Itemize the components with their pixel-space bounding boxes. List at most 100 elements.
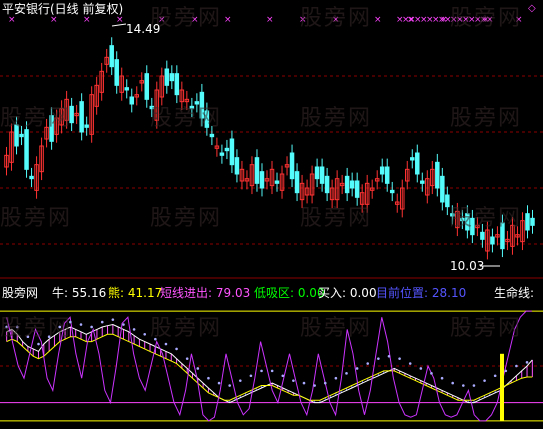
indicator-low-zone: 低吸区: 0.00 bbox=[254, 286, 325, 300]
candle-body bbox=[490, 236, 495, 245]
life-line-dot bbox=[493, 374, 497, 378]
life-line-dot bbox=[345, 372, 348, 375]
signal-marker: × bbox=[374, 15, 382, 25]
watermark: 股旁网 bbox=[300, 316, 373, 341]
candle-body bbox=[379, 166, 385, 175]
life-line-dot bbox=[419, 367, 423, 370]
life-line-dot bbox=[196, 367, 200, 370]
watermark: 股旁网 bbox=[0, 206, 73, 231]
candle-body bbox=[349, 180, 355, 189]
candle-body bbox=[410, 157, 415, 161]
candle-body bbox=[525, 213, 530, 231]
indicator-short-in-out: 短线进出: 79.03 bbox=[160, 286, 251, 300]
signal-marker: × bbox=[116, 15, 124, 25]
life-line-dot bbox=[281, 374, 285, 378]
candle-body bbox=[445, 194, 450, 208]
corner-marker-icon: ◇ bbox=[528, 3, 536, 14]
life-line-dot bbox=[270, 369, 274, 373]
watermark: 股旁网 bbox=[450, 206, 523, 231]
signal-marker: × bbox=[224, 15, 232, 25]
candle-body bbox=[219, 152, 225, 156]
low-price-label: 10.03 bbox=[450, 259, 485, 273]
chart-title: 平安银行(日线 前复权) bbox=[2, 2, 124, 16]
candle-body bbox=[480, 231, 485, 240]
signal-marker: × bbox=[83, 15, 91, 25]
candle-body bbox=[319, 166, 325, 184]
candle-body bbox=[324, 175, 330, 194]
candle-body bbox=[174, 73, 180, 96]
candle-body bbox=[384, 166, 390, 184]
indicator-bear: 熊: 41.17 bbox=[108, 286, 163, 300]
buy-signal-bar bbox=[500, 353, 504, 421]
candle-body bbox=[124, 87, 129, 91]
indicator-bull: 牛: 55.16 bbox=[52, 286, 107, 300]
life-line-dot bbox=[483, 379, 486, 382]
candle-body bbox=[530, 217, 535, 226]
watermark: 股旁网 bbox=[150, 6, 223, 31]
candle-body bbox=[354, 180, 360, 198]
life-line-dot bbox=[207, 376, 210, 380]
life-line-dot bbox=[260, 369, 263, 373]
life-line-dot bbox=[164, 342, 168, 346]
life-line-dot bbox=[430, 372, 433, 375]
candle-body bbox=[259, 171, 265, 189]
watermark: 股旁网 bbox=[150, 106, 223, 131]
watermark: 股旁网 bbox=[0, 316, 73, 341]
candle-body bbox=[344, 175, 350, 194]
candle-body bbox=[420, 180, 425, 184]
life-line-dot bbox=[175, 347, 178, 351]
candle-body bbox=[254, 157, 260, 184]
life-line-dot bbox=[408, 362, 412, 365]
candle-body bbox=[229, 138, 235, 166]
life-line-dot bbox=[515, 364, 518, 368]
life-line-dot bbox=[228, 384, 231, 387]
candle-body bbox=[164, 68, 170, 86]
life-line-dot bbox=[462, 384, 465, 387]
candle-body bbox=[79, 101, 84, 133]
candle-body bbox=[389, 189, 395, 194]
indicator-life-line: 生命线: bbox=[494, 286, 535, 300]
candle-body bbox=[435, 161, 440, 189]
indicator-current-position: 目前位置: 28.10 bbox=[376, 286, 467, 300]
life-line-dot bbox=[132, 328, 136, 331]
candle-body bbox=[109, 45, 114, 68]
life-line-dot bbox=[472, 384, 476, 387]
life-line-dot bbox=[334, 376, 338, 380]
life-line-dot bbox=[238, 379, 242, 382]
life-line-dot bbox=[355, 367, 359, 370]
signal-marker: × bbox=[50, 15, 58, 25]
life-line-dot bbox=[79, 323, 83, 326]
chart-root: × × × × × × × × × × × × × × × × × × × × × × × × × × × × × × × 股旁网 股旁网 … bbox=[0, 0, 543, 429]
life-line-dot bbox=[90, 325, 93, 329]
life-line-dot bbox=[111, 318, 115, 321]
watermark: 股旁网 bbox=[150, 206, 223, 231]
watermark: 股旁网 bbox=[150, 316, 223, 341]
candle-body bbox=[209, 133, 215, 138]
life-line-dot bbox=[366, 362, 370, 365]
watermark: 股旁网 bbox=[300, 206, 373, 231]
candle-body bbox=[415, 152, 420, 175]
candle-body bbox=[289, 152, 295, 180]
life-line-dot bbox=[217, 381, 221, 385]
life-line-dot bbox=[249, 374, 253, 378]
life-line-dot bbox=[440, 376, 444, 380]
bear-line bbox=[6, 333, 533, 401]
signal-marker: × bbox=[8, 15, 16, 25]
candle-body bbox=[84, 124, 89, 128]
signal-marker: × bbox=[266, 15, 274, 25]
candle-body bbox=[294, 171, 300, 194]
candle-body bbox=[144, 73, 150, 100]
life-line-dot bbox=[323, 381, 327, 385]
watermark: 股旁网 bbox=[300, 6, 373, 31]
watermark: 股旁网 bbox=[0, 106, 73, 131]
watermark: 股旁网 bbox=[450, 316, 523, 341]
life-line-dot bbox=[387, 354, 391, 358]
life-line-dot bbox=[398, 357, 401, 360]
life-line-dot bbox=[292, 379, 295, 382]
candle-body bbox=[440, 175, 445, 203]
life-line-dot bbox=[302, 381, 306, 385]
life-line-dot bbox=[313, 384, 316, 387]
candle-body bbox=[29, 175, 34, 180]
candle-body bbox=[114, 59, 119, 86]
candle-body bbox=[19, 133, 24, 138]
